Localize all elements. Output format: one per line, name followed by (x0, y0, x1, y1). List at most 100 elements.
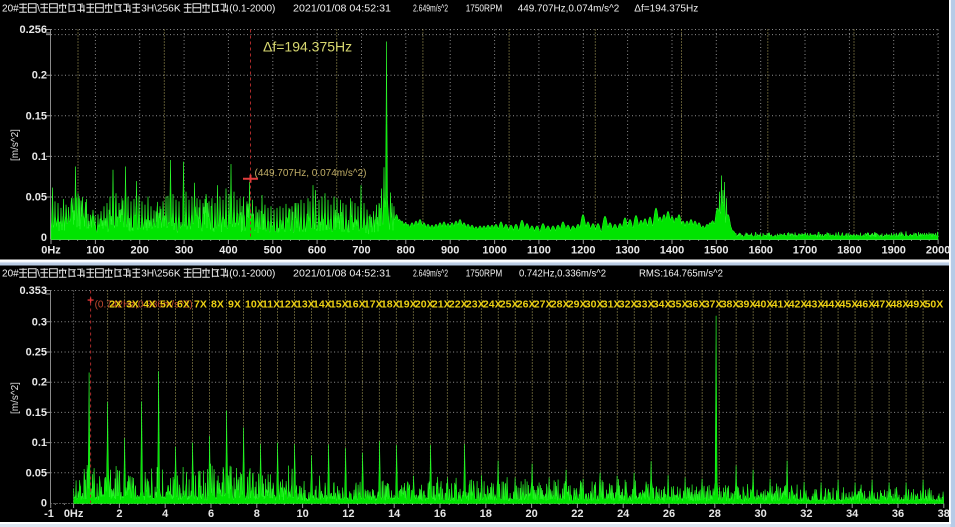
svg-text:(449.707Hz, 0.074m/s^2): (449.707Hz, 0.074m/s^2) (255, 168, 367, 179)
svg-text:1600: 1600 (748, 245, 772, 257)
svg-text:\: \ (37, 267, 40, 279)
svg-text:21X: 21X (432, 299, 451, 311)
svg-text:12: 12 (342, 508, 354, 520)
svg-text:Δf=194.375Hz: Δf=194.375Hz (263, 39, 352, 55)
svg-text:0.2: 0.2 (32, 70, 47, 82)
svg-text:34X: 34X (653, 299, 672, 311)
svg-text:3X: 3X (126, 299, 139, 311)
svg-text:0.25: 0.25 (26, 347, 47, 359)
svg-text:6X: 6X (177, 299, 190, 311)
svg-text:32X: 32X (619, 299, 638, 311)
svg-text:400: 400 (219, 245, 237, 257)
svg-text:45X: 45X (840, 299, 859, 311)
svg-text:12X: 12X (279, 299, 298, 311)
svg-text:30: 30 (754, 508, 766, 520)
svg-text:28: 28 (709, 508, 721, 520)
svg-text:1750RPM: 1750RPM (466, 2, 503, 14)
svg-text:28X: 28X (551, 299, 570, 311)
svg-text:47X: 47X (874, 299, 893, 311)
svg-text:0Hz: 0Hz (41, 245, 61, 257)
svg-text:[m/s^2]: [m/s^2] (10, 129, 21, 161)
svg-text:1900: 1900 (881, 245, 905, 257)
svg-text:50X: 50X (925, 299, 944, 311)
svg-text:26X: 26X (517, 299, 536, 311)
svg-text:2X: 2X (109, 299, 122, 311)
svg-text:2021/01/08 04:52:31: 2021/01/08 04:52:31 (293, 267, 391, 279)
svg-text:44X: 44X (823, 299, 842, 311)
svg-text:[m/s^2]: [m/s^2] (10, 382, 21, 414)
svg-text:36: 36 (892, 508, 904, 520)
svg-text:Δf=194.375Hz: Δf=194.375Hz (634, 2, 698, 14)
svg-text:3H\256K: 3H\256K (141, 267, 181, 279)
svg-text:700: 700 (352, 245, 370, 257)
svg-text:10X: 10X (245, 299, 264, 311)
svg-text:0.15: 0.15 (26, 407, 47, 419)
svg-text:38X: 38X (721, 299, 740, 311)
svg-text:20#: 20# (2, 2, 19, 14)
svg-text:2000: 2000 (926, 245, 950, 257)
svg-text:37X: 37X (704, 299, 723, 311)
svg-text:1300: 1300 (615, 245, 639, 257)
svg-text:25X: 25X (500, 299, 519, 311)
svg-text:24X: 24X (483, 299, 502, 311)
svg-text:10: 10 (296, 508, 308, 520)
svg-text:1100: 1100 (527, 245, 551, 257)
svg-text:0Hz: 0Hz (64, 508, 84, 520)
svg-text:33X: 33X (636, 299, 655, 311)
svg-text:500: 500 (264, 245, 282, 257)
svg-text:41X: 41X (772, 299, 791, 311)
svg-text:9X: 9X (228, 299, 241, 311)
svg-text:900: 900 (441, 245, 459, 257)
svg-text:35X: 35X (670, 299, 689, 311)
svg-text:31X: 31X (602, 299, 621, 311)
svg-text:0.353: 0.353 (19, 285, 47, 297)
svg-text:600: 600 (308, 245, 326, 257)
svg-text:32: 32 (800, 508, 812, 520)
svg-text:4: 4 (162, 508, 169, 520)
svg-text:43X: 43X (806, 299, 825, 311)
svg-text:0.05: 0.05 (26, 192, 47, 204)
svg-text:16: 16 (434, 508, 446, 520)
svg-text:49X: 49X (908, 299, 927, 311)
svg-text:24: 24 (617, 508, 630, 520)
svg-text:0.1: 0.1 (32, 151, 47, 163)
svg-text:18X: 18X (381, 299, 400, 311)
svg-text:22: 22 (571, 508, 583, 520)
svg-text:1750RPM: 1750RPM (466, 267, 503, 279)
svg-text:16X: 16X (347, 299, 366, 311)
svg-text:30X: 30X (585, 299, 604, 311)
svg-text:13X: 13X (296, 299, 315, 311)
svg-text:20#: 20# (2, 267, 19, 279)
svg-text:48X: 48X (891, 299, 910, 311)
svg-text:5X: 5X (160, 299, 173, 311)
svg-text:(0.1-2000): (0.1-2000) (229, 2, 275, 14)
svg-text:800: 800 (397, 245, 415, 257)
svg-text:1000: 1000 (482, 245, 506, 257)
svg-text:300: 300 (175, 245, 193, 257)
svg-text:15X: 15X (330, 299, 349, 311)
svg-text:20X: 20X (415, 299, 434, 311)
svg-text:0: 0 (41, 498, 47, 510)
svg-text:8: 8 (254, 508, 260, 520)
svg-text:0.2: 0.2 (32, 377, 47, 389)
svg-text:1400: 1400 (660, 245, 684, 257)
svg-text:22X: 22X (449, 299, 468, 311)
svg-text:46X: 46X (857, 299, 876, 311)
svg-text:23X: 23X (466, 299, 485, 311)
svg-text:0.3: 0.3 (32, 316, 47, 328)
svg-text:2: 2 (116, 508, 122, 520)
svg-text:19X: 19X (398, 299, 417, 311)
svg-text:14X: 14X (313, 299, 332, 311)
svg-text:100: 100 (86, 245, 104, 257)
svg-text:0.15: 0.15 (26, 110, 47, 122)
svg-text:8X: 8X (211, 299, 224, 311)
svg-text:200: 200 (131, 245, 149, 257)
svg-text:3H\256K: 3H\256K (141, 2, 181, 14)
svg-text:RMS:164.765m/s^2: RMS:164.765m/s^2 (639, 267, 723, 279)
svg-text:42X: 42X (789, 299, 808, 311)
svg-text:1200: 1200 (571, 245, 595, 257)
svg-text:\: \ (37, 2, 40, 14)
svg-text:11X: 11X (262, 299, 280, 311)
svg-text:38: 38 (938, 508, 950, 520)
svg-text:2.649m/s^2: 2.649m/s^2 (413, 2, 448, 14)
